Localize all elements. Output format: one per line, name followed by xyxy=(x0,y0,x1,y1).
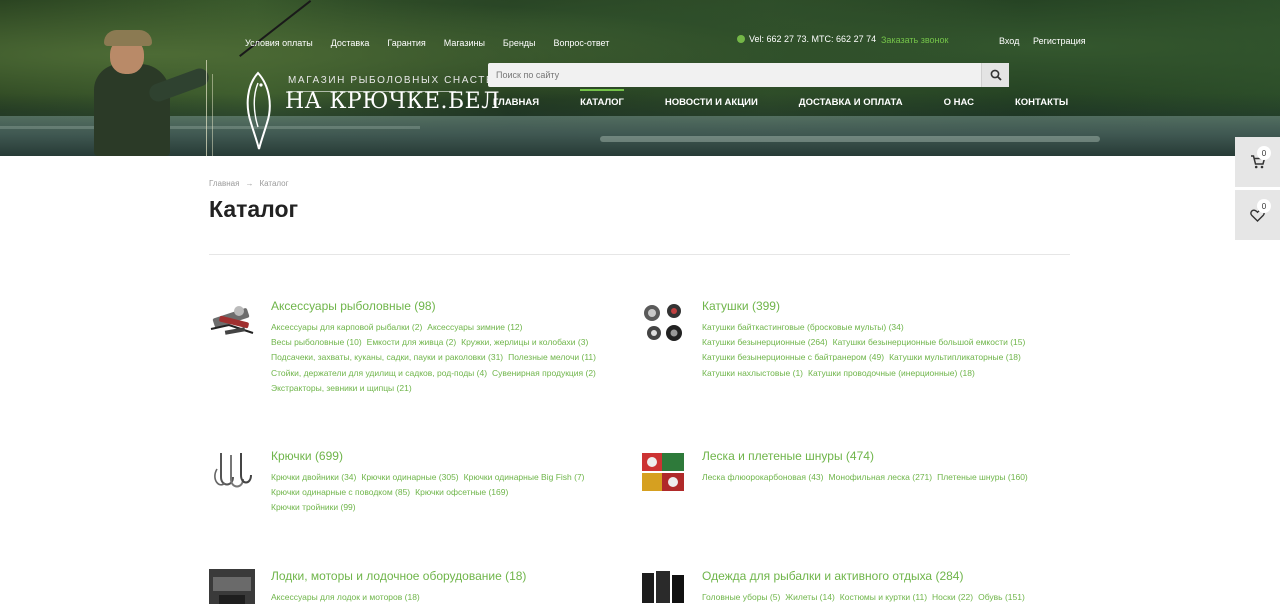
topnav-link-payment[interactable]: Условия оплаты xyxy=(245,38,313,48)
top-navigation: Условия оплаты Доставка Гарантия Магазин… xyxy=(245,38,627,48)
fishing-line xyxy=(206,60,207,156)
logo-name: НА КРЮЧКЕ.БЕЛ xyxy=(285,89,501,114)
subcategory-link[interactable]: Катушки безынерционные большой емкости (… xyxy=(833,337,1026,347)
subcategory-link[interactable]: Аксессуары для лодок и моторов (18) xyxy=(271,592,420,602)
topnav-link-shops[interactable]: Магазины xyxy=(444,38,485,48)
subcategory-link[interactable]: Крючки одинарные с поводком (85) xyxy=(271,487,410,497)
subcategory-link[interactable]: Крючки двойники (34) xyxy=(271,472,356,482)
subcategory-link[interactable]: Головные уборы (5) xyxy=(702,592,780,602)
subcategory-link[interactable]: Емкости для живца (2) xyxy=(367,337,457,347)
accessories-image[interactable] xyxy=(209,299,255,345)
breadcrumb: Главная → Каталог xyxy=(209,179,289,188)
mainnav-delivery[interactable]: ДОСТАВКА И ОПЛАТА xyxy=(799,97,903,108)
clothing-image[interactable] xyxy=(640,569,686,604)
topnav-link-brands[interactable]: Бренды xyxy=(503,38,536,48)
phone-numbers: Vel: 662 27 73. МТС: 662 27 74 xyxy=(737,34,876,44)
search-button[interactable] xyxy=(981,63,1009,87)
fish-logo-icon xyxy=(246,71,271,150)
mainnav-contacts[interactable]: КОНТАКТЫ xyxy=(1015,97,1068,108)
subcategory-link[interactable]: Обувь (151) xyxy=(978,592,1025,602)
logo-tagline: МАГАЗИН РЫБОЛОВНЫХ СНАСТЕЙ xyxy=(288,75,504,86)
mainnav-catalog[interactable]: КАТАЛОГ xyxy=(580,89,624,108)
subcategory-link[interactable]: Плетеные шнуры (160) xyxy=(937,472,1028,482)
subcategory-link[interactable]: Леска флюорокарбоновая (43) xyxy=(702,472,823,482)
favorites-count: 0 xyxy=(1257,199,1271,213)
register-link[interactable]: Регистрация xyxy=(1033,36,1086,46)
fishing-rod xyxy=(239,0,312,57)
subcategory-link[interactable]: Крючки тройники (99) xyxy=(271,502,356,512)
subcategory-list: Аксессуары для карповой рыбалки (2) Аксес… xyxy=(271,320,631,396)
topnav-link-faq[interactable]: Вопрос-ответ xyxy=(554,38,610,48)
subcategory-link[interactable]: Катушки проводочные (инерционные) (18) xyxy=(808,368,975,378)
subcategory-list: Аксессуары для лодок и моторов (18) xyxy=(271,590,631,604)
subcategory-list: Головные уборы (5) Жилеты (14) Костюмы и к… xyxy=(702,590,1062,604)
topnav-link-delivery[interactable]: Доставка xyxy=(331,38,370,48)
header-banner: МАГАЗИН РЫБОЛОВНЫХ СНАСТЕЙ НА КРЮЧКЕ.БЕЛ… xyxy=(0,0,1280,156)
subcategory-link[interactable]: Аксессуары зимние (12) xyxy=(427,322,522,332)
search-input[interactable] xyxy=(488,63,981,87)
category-title[interactable]: Одежда для рыбалки и активного отдыха (2… xyxy=(702,569,963,583)
subcategory-link[interactable]: Полезные мелочи (11) xyxy=(508,352,596,362)
mainnav-home[interactable]: ГЛАВНАЯ xyxy=(493,97,539,108)
search-icon xyxy=(990,69,1002,81)
breadcrumb-separator: → xyxy=(245,179,254,188)
subcategory-link[interactable]: Костюмы и куртки (11) xyxy=(840,592,927,602)
subcategory-link[interactable]: Носки (22) xyxy=(932,592,973,602)
hooks-image[interactable] xyxy=(209,449,255,495)
subcategory-link[interactable]: Весы рыболовные (10) xyxy=(271,337,362,347)
subcategory-link[interactable]: Кружки, жерлицы и колобахи (3) xyxy=(461,337,588,347)
subcategory-list: Леска флюорокарбоновая (43) Монофильная л… xyxy=(702,470,1062,485)
callback-link[interactable]: Заказать звонок xyxy=(881,35,948,45)
phone-icon xyxy=(737,35,745,43)
subcategory-link[interactable]: Катушки байткастинговые (бросковые мульт… xyxy=(702,322,904,332)
category-title[interactable]: Лодки, моторы и лодочное оборудование (1… xyxy=(271,569,526,583)
breadcrumb-home[interactable]: Главная xyxy=(209,179,239,188)
subcategory-link[interactable]: Экстракторы, зевники и щипцы (21) xyxy=(271,383,412,393)
fisherman-body xyxy=(94,64,170,156)
subcategory-link[interactable]: Катушки мультипликаторные (18) xyxy=(889,352,1021,362)
category-title[interactable]: Крючки (699) xyxy=(271,449,343,463)
favorites-button[interactable]: 0 xyxy=(1235,190,1280,240)
breadcrumb-current: Каталог xyxy=(259,179,289,188)
subcategory-list: Крючки двойники (34) Крючки одинарные (30… xyxy=(271,470,631,516)
subcategory-link[interactable]: Крючки одинарные Big Fish (7) xyxy=(464,472,585,482)
reels-image[interactable] xyxy=(640,299,686,345)
page-title: Каталог xyxy=(209,196,299,222)
subcategory-link[interactable]: Катушки безынерционные с байтранером (49… xyxy=(702,352,884,362)
mainnav-news[interactable]: НОВОСТИ И АКЦИИ xyxy=(665,97,758,108)
fisherman-image xyxy=(90,30,212,156)
boats-image[interactable] xyxy=(209,569,255,604)
category-title[interactable]: Катушки (399) xyxy=(702,299,780,313)
cart-button[interactable]: 0 xyxy=(1235,137,1280,187)
subcategory-link[interactable]: Подсачеки, захваты, куканы, садки, пауки… xyxy=(271,352,503,362)
mainnav-about[interactable]: О НАС xyxy=(944,97,974,108)
line-image[interactable] xyxy=(640,449,686,495)
page: МАГАЗИН РЫБОЛОВНЫХ СНАСТЕЙ НА КРЮЧКЕ.БЕЛ… xyxy=(0,0,1280,604)
subcategory-list: Катушки байткастинговые (бросковые мульт… xyxy=(702,320,1062,381)
subcategory-link[interactable]: Монофильная леска (271) xyxy=(828,472,932,482)
water-shine xyxy=(600,136,1100,142)
subcategory-link[interactable]: Катушки нахлыстовые (1) xyxy=(702,368,803,378)
subcategory-link[interactable]: Стойки, держатели для удилищ и садков, р… xyxy=(271,368,487,378)
cart-count: 0 xyxy=(1257,146,1271,160)
main-navigation: ГЛАВНАЯ КАТАЛОГ НОВОСТИ И АКЦИИ ДОСТАВКА… xyxy=(493,89,1068,108)
category-title[interactable]: Аксессуары рыболовные (98) xyxy=(271,299,436,313)
phone-text: Vel: 662 27 73. МТС: 662 27 74 xyxy=(749,34,877,44)
subcategory-link[interactable]: Жилеты (14) xyxy=(785,592,834,602)
subcategory-link[interactable]: Катушки безынерционные (264) xyxy=(702,337,828,347)
subcategory-link[interactable]: Крючки офсетные (169) xyxy=(415,487,508,497)
topnav-link-warranty[interactable]: Гарантия xyxy=(387,38,425,48)
fisherman-hat xyxy=(104,30,152,46)
subcategory-link[interactable]: Крючки одинарные (305) xyxy=(361,472,458,482)
category-title[interactable]: Леска и плетеные шнуры (474) xyxy=(702,449,874,463)
search-bar xyxy=(488,63,1009,87)
login-link[interactable]: Вход xyxy=(999,36,1019,46)
fishing-line xyxy=(212,74,213,156)
title-divider xyxy=(209,254,1070,255)
site-logo[interactable]: МАГАЗИН РЫБОЛОВНЫХ СНАСТЕЙ НА КРЮЧКЕ.БЕЛ xyxy=(243,67,501,153)
subcategory-link[interactable]: Сувенирная продукция (2) xyxy=(492,368,596,378)
subcategory-link[interactable]: Аксессуары для карповой рыбалки (2) xyxy=(271,322,422,332)
